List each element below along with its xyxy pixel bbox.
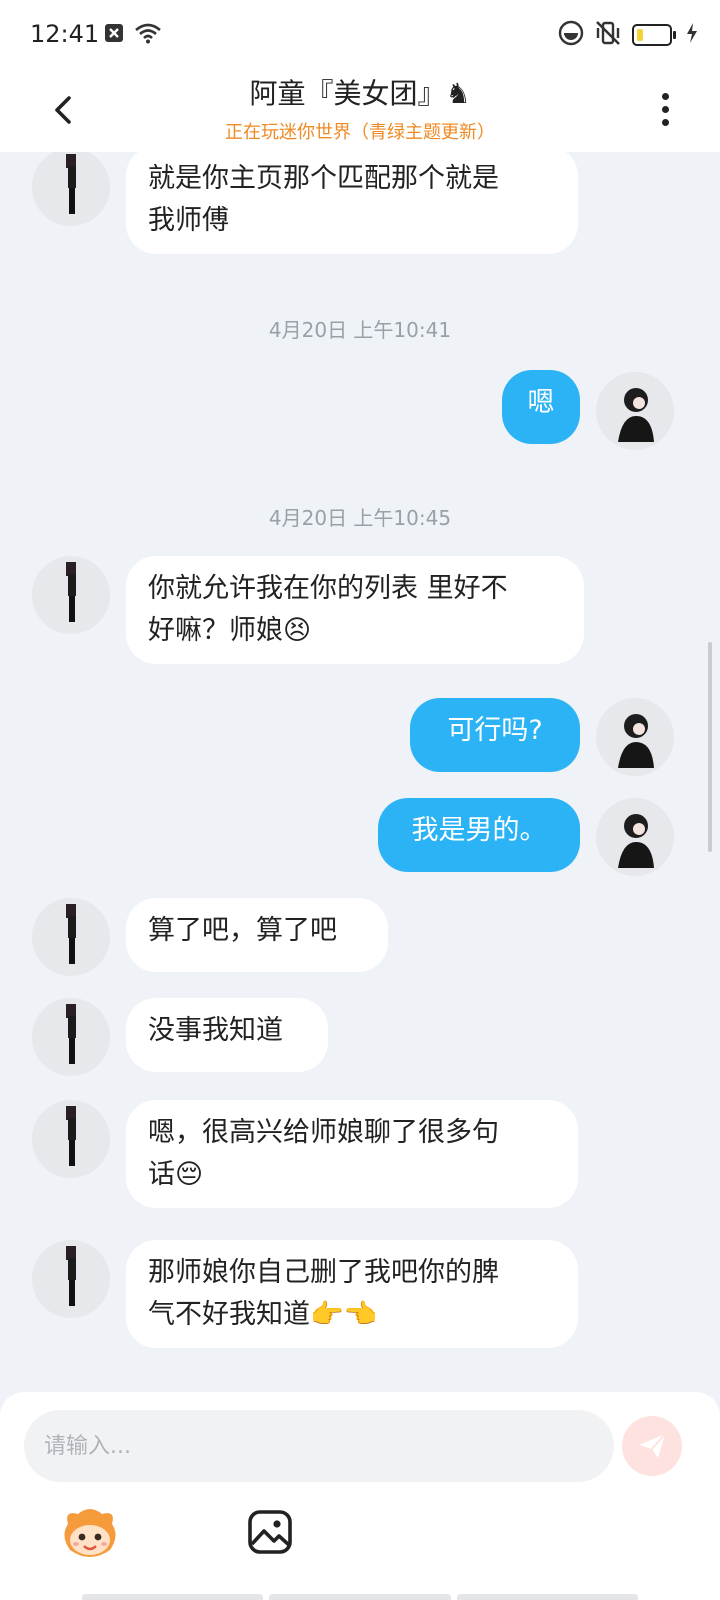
message-bubble-outgoing[interactable]: 我是男的。 bbox=[378, 798, 580, 872]
message-bubble-incoming[interactable]: 那师娘你自己删了我吧你的脾 气不好我知道👉👈 bbox=[126, 1240, 578, 1348]
send-icon bbox=[639, 1433, 666, 1458]
contact-avatar[interactable] bbox=[32, 1100, 110, 1178]
user-avatar[interactable] bbox=[596, 798, 674, 876]
image-icon bbox=[248, 1510, 292, 1554]
message-bubble-incoming[interactable]: 就是你主页那个匹配那个就是 我师傅 bbox=[126, 152, 578, 254]
image-button[interactable] bbox=[246, 1508, 294, 1556]
message-input[interactable] bbox=[24, 1410, 614, 1482]
notification-x-icon bbox=[104, 23, 124, 47]
message-list[interactable]: 就是你主页那个匹配那个就是 我师傅 4月20日 上午10:41 嗯 4月20日 … bbox=[0, 152, 720, 1392]
vibrate-off-icon bbox=[594, 20, 622, 50]
message-timestamp: 4月20日 上午10:41 bbox=[268, 318, 452, 342]
more-dot-icon bbox=[661, 92, 669, 100]
contact-avatar[interactable] bbox=[32, 556, 110, 634]
user-avatar[interactable] bbox=[596, 698, 674, 776]
contact-avatar[interactable] bbox=[32, 152, 110, 226]
contact-avatar[interactable] bbox=[32, 1240, 110, 1318]
message-composer bbox=[0, 1392, 720, 1600]
home-indicator bbox=[82, 1594, 638, 1600]
more-dot-icon bbox=[661, 118, 669, 126]
more-dot-icon bbox=[661, 105, 669, 113]
message-timestamp: 4月20日 上午10:45 bbox=[268, 506, 452, 530]
more-options-button[interactable] bbox=[650, 84, 680, 134]
mascot-emoji-icon bbox=[64, 1509, 116, 1557]
message-bubble-incoming[interactable]: 嗯，很高兴给师娘聊了很多句 话😔 bbox=[126, 1100, 578, 1208]
do-not-disturb-icon bbox=[558, 20, 584, 50]
message-bubble-outgoing[interactable]: 嗯 bbox=[502, 370, 580, 444]
send-button[interactable] bbox=[622, 1416, 682, 1476]
message-bubble-outgoing[interactable]: 可行吗? bbox=[410, 698, 580, 772]
contact-avatar[interactable] bbox=[32, 898, 110, 976]
message-bubble-incoming[interactable]: 你就允许我在你的列表 里好不 好嘛？师娘😣 bbox=[126, 556, 584, 664]
user-avatar[interactable] bbox=[596, 372, 674, 450]
message-bubble-incoming[interactable]: 算了吧，算了吧 bbox=[126, 898, 388, 972]
status-time: 12:41 bbox=[30, 20, 100, 48]
contact-avatar[interactable] bbox=[32, 998, 110, 1076]
chevron-left-icon bbox=[55, 96, 71, 124]
chat-title: 阿童『美女团』♞ bbox=[249, 77, 471, 110]
battery-icon bbox=[632, 24, 676, 46]
charging-icon bbox=[686, 23, 698, 47]
status-bar: 12:41 bbox=[0, 0, 720, 70]
chat-header: 阿童『美女团』♞ 正在玩迷你世界（青绿主题更新） bbox=[0, 70, 720, 152]
back-button[interactable] bbox=[40, 84, 90, 134]
chat-subtitle: 正在玩迷你世界（青绿主题更新） bbox=[225, 122, 495, 143]
emoji-button[interactable] bbox=[60, 1506, 120, 1562]
scrollbar-thumb[interactable] bbox=[708, 642, 712, 852]
message-bubble-incoming[interactable]: 没事我知道 bbox=[126, 998, 328, 1072]
wifi-icon bbox=[134, 22, 162, 48]
